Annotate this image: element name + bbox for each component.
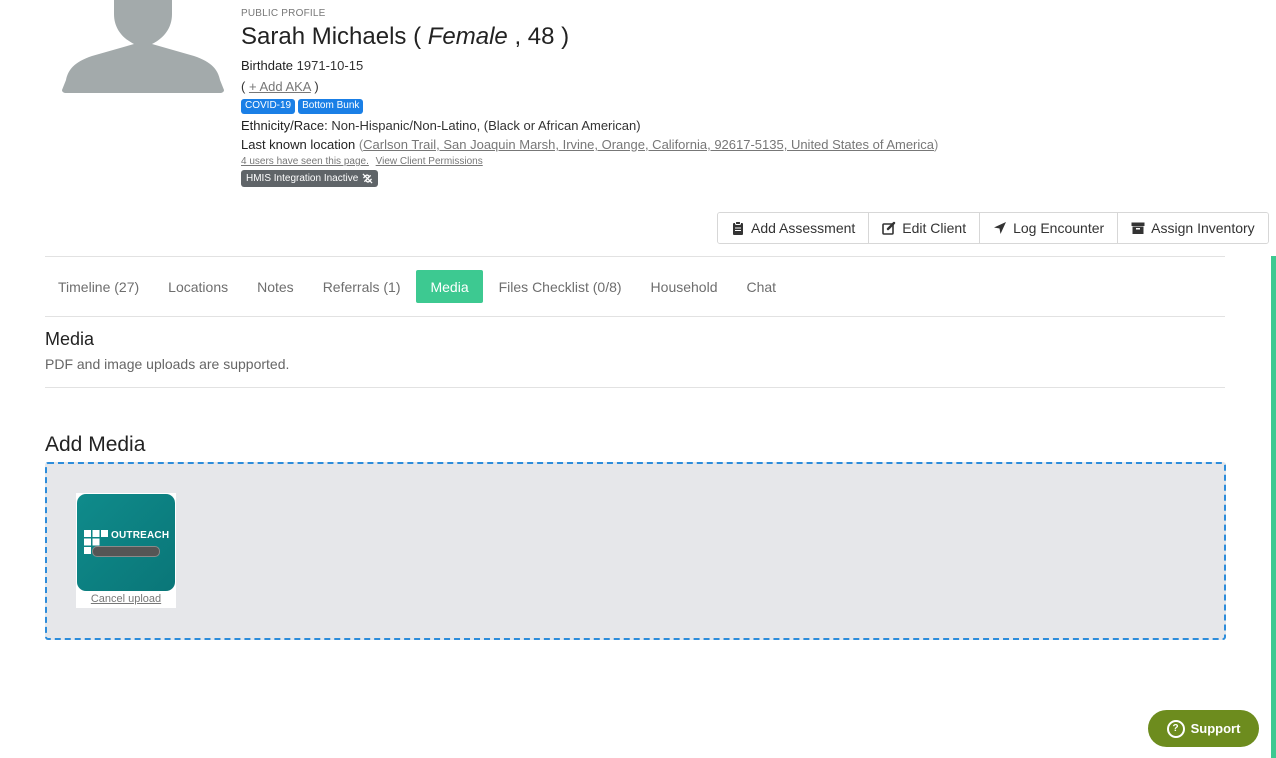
assign-inventory-button[interactable]: Assign Inventory (1118, 213, 1268, 243)
location-label: Last known location (241, 137, 356, 152)
media-section-title: Media (45, 329, 95, 349)
edit-icon (882, 221, 896, 235)
location-link[interactable]: Carlson Trail, San Joaquin Marsh, Irvine… (363, 137, 934, 152)
view-permissions-link[interactable]: View Client Permissions (376, 156, 483, 167)
ethnicity-row: Ethnicity/Race: Non-Hispanic/Non-Latino,… (241, 116, 1141, 135)
log-encounter-label: Log Encounter (1013, 220, 1105, 236)
hmis-status-badge: HMIS Integration Inactive (241, 170, 379, 187)
media-section-subtitle: PDF and image uploads are supported. (45, 356, 290, 372)
tab-household[interactable]: Household (638, 270, 731, 303)
question-icon: ? (1166, 719, 1185, 738)
client-age: 48 (527, 23, 555, 50)
client-header: PUBLIC PROFILE Sarah Michaels ( Female ,… (241, 8, 1141, 187)
divider (45, 256, 1225, 257)
tab-referrals[interactable]: Referrals (1) (310, 270, 414, 303)
birthdate-row: Birthdate 1971-10-15 (241, 56, 1141, 75)
profile-eyebrow: PUBLIC PROFILE (241, 8, 326, 19)
ethnicity-label: Ethnicity/Race: (241, 118, 328, 133)
add-assessment-button[interactable]: Add Assessment (718, 213, 870, 243)
tag-covid: COVID-19 (241, 99, 296, 114)
birthdate-label: Birthdate (241, 58, 294, 73)
add-media-title: Add Media (45, 433, 146, 456)
tab-timeline[interactable]: Timeline (27) (45, 270, 152, 303)
archive-icon (1131, 222, 1145, 234)
outreach-logo-text: OUTREACH (111, 530, 170, 541)
client-gender: Female (427, 23, 508, 50)
add-assessment-label: Add Assessment (751, 220, 856, 236)
client-name-line: Sarah Michaels ( Female , 48 ) (241, 23, 570, 50)
assign-inventory-label: Assign Inventory (1151, 220, 1255, 236)
edit-client-label: Edit Client (902, 220, 967, 236)
media-dropzone[interactable]: OUTREACH Cancel upload (45, 462, 1226, 640)
tab-chat[interactable]: Chat (733, 270, 789, 303)
client-actions: Add Assessment Edit Client Log Encounter… (717, 212, 1269, 244)
client-name: Sarah Michaels (241, 23, 407, 50)
unlink-icon (362, 173, 373, 184)
scrollbar[interactable] (1271, 256, 1276, 758)
tab-notes[interactable]: Notes (244, 270, 307, 303)
divider (45, 387, 1225, 388)
seen-users-link[interactable]: 4 users have seen this page. (241, 156, 369, 167)
aka-row: ( + Add AKA ) (241, 79, 319, 94)
support-button[interactable]: ? Support (1148, 710, 1259, 747)
ethnicity-value: Non-Hispanic/Non-Latino, (Black or Afric… (331, 118, 641, 133)
tab-files-checklist[interactable]: Files Checklist (0/8) (486, 270, 635, 303)
cancel-upload-link[interactable]: Cancel upload (76, 593, 176, 605)
upload-thumbnail: OUTREACH (77, 494, 175, 591)
client-tags: COVID-19 Bottom Bunk (241, 99, 1141, 114)
divider (45, 316, 1225, 317)
hmis-label: HMIS Integration Inactive (246, 173, 359, 184)
client-tabs: Timeline (27) Locations Notes Referrals … (45, 270, 792, 303)
support-label: Support (1190, 721, 1241, 736)
location-arrow-icon (994, 222, 1007, 234)
clipboard-icon (733, 221, 743, 235)
client-avatar (62, 0, 224, 93)
log-encounter-button[interactable]: Log Encounter (980, 213, 1119, 243)
tag-bottom-bunk: Bottom Bunk (298, 99, 364, 114)
location-row: Last known location (Carlson Trail, San … (241, 137, 939, 152)
edit-client-button[interactable]: Edit Client (869, 213, 981, 243)
page-meta-links: 4 users have seen this page. View Client… (241, 156, 1141, 167)
tab-media[interactable]: Media (416, 270, 483, 303)
upload-progress-bar (92, 546, 160, 557)
add-aka-link[interactable]: + Add AKA (249, 79, 311, 94)
tab-locations[interactable]: Locations (155, 270, 241, 303)
upload-preview: OUTREACH Cancel upload (76, 493, 176, 608)
birthdate-value: 1971-10-15 (296, 58, 364, 73)
